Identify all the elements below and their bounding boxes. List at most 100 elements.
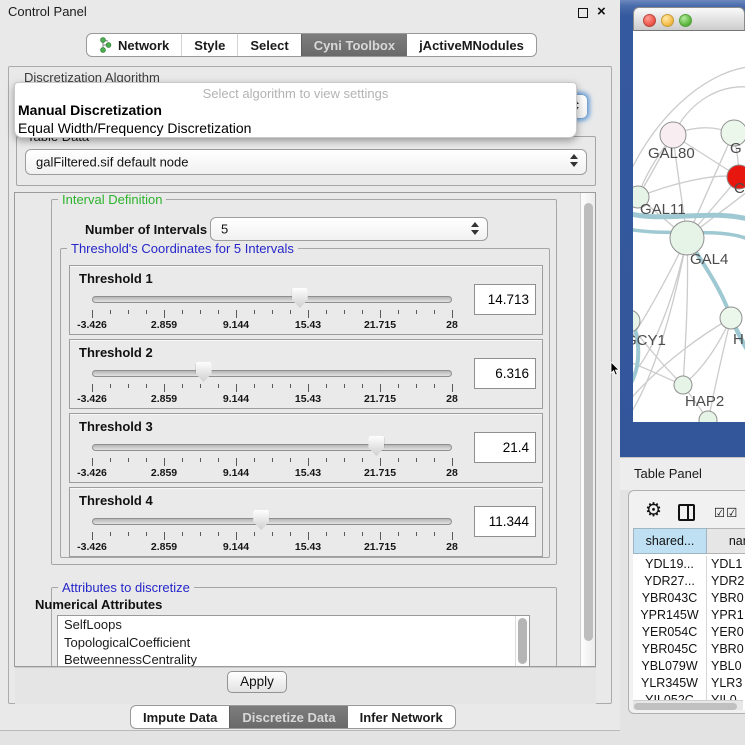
thresholds-group: Threshold's Coordinates for 5 Intervals … bbox=[60, 248, 550, 558]
network-node-label: G bbox=[730, 140, 742, 157]
cell-name[interactable]: YLR3 bbox=[711, 675, 745, 692]
network-edge[interactable] bbox=[633, 238, 687, 379]
control-panel-title: Control Panel bbox=[8, 4, 87, 19]
slider-tick-labels: -3.4262.8599.14415.4321.71528 bbox=[92, 319, 452, 332]
cell-name[interactable]: YBR0 bbox=[711, 641, 745, 658]
scrollbar-thumb[interactable] bbox=[634, 703, 737, 710]
table-row[interactable]: YDR27...YDR2 bbox=[633, 573, 745, 590]
threshold-value-field[interactable]: 6.316 bbox=[474, 358, 536, 389]
threshold-1-box: Threshold 1-3.4262.8599.14415.4321.71528… bbox=[69, 265, 543, 335]
cell-name[interactable]: YER0 bbox=[711, 624, 745, 641]
table-row[interactable]: YBR043CYBR0 bbox=[633, 590, 745, 607]
panel-scrollbar[interactable] bbox=[580, 193, 595, 666]
attribute-list-item[interactable]: SelfLoops bbox=[58, 616, 529, 634]
slider-track[interactable] bbox=[92, 296, 452, 303]
combo-stepper-icon[interactable] bbox=[570, 154, 579, 167]
cell-shared-name[interactable]: YPR145W bbox=[633, 607, 707, 624]
network-tree-icon bbox=[99, 37, 112, 53]
slider-track[interactable] bbox=[92, 518, 452, 525]
table-row[interactable]: YDL19...YDL1 bbox=[633, 556, 745, 573]
network-edge[interactable] bbox=[683, 318, 731, 385]
close-icon[interactable]: × bbox=[597, 3, 606, 21]
cell-shared-name[interactable]: YBR045C bbox=[633, 641, 707, 658]
tab-jactivemnodules[interactable]: jActiveMNodules bbox=[407, 34, 536, 56]
table-row[interactable]: YPR145WYPR1 bbox=[633, 607, 745, 624]
cell-name[interactable]: YDL1 bbox=[711, 556, 745, 573]
slider-track[interactable] bbox=[92, 370, 452, 377]
slider-thumb[interactable] bbox=[253, 510, 269, 530]
attribute-list-item[interactable]: BetweennessCentrality bbox=[58, 651, 529, 667]
attribute-list-item[interactable]: TopologicalCoefficient bbox=[58, 634, 529, 652]
select-columns-checkboxes-icon[interactable]: ☑☑ bbox=[714, 505, 738, 520]
column-layout-icon[interactable] bbox=[678, 504, 695, 521]
algorithm-option-manual[interactable]: Manual Discretization bbox=[15, 101, 576, 119]
cell-shared-name[interactable]: YBL079W bbox=[633, 658, 707, 675]
table-row[interactable]: YBR045CYBR0 bbox=[633, 641, 745, 658]
algorithm-option-equal-width[interactable]: Equal Width/Frequency Discretization bbox=[15, 119, 576, 137]
scrollbar-thumb[interactable] bbox=[584, 203, 593, 641]
threshold-value-field[interactable]: 11.344 bbox=[474, 506, 536, 537]
column-header-name[interactable]: name bbox=[707, 528, 745, 554]
network-edge[interactable] bbox=[683, 238, 688, 385]
number-of-intervals-value: 5 bbox=[221, 222, 228, 237]
screen: Control Panel × NetworkStyleSelectCyni T… bbox=[0, 0, 745, 745]
tab-network[interactable]: Network bbox=[87, 34, 181, 56]
network-node[interactable] bbox=[670, 221, 704, 255]
minimize-traffic-light-icon[interactable] bbox=[661, 14, 674, 27]
network-node-label: HAP2 bbox=[685, 393, 724, 410]
table-horizontal-scrollbar[interactable] bbox=[633, 700, 743, 710]
float-window-icon[interactable] bbox=[578, 8, 588, 18]
interval-definition-group: Interval Definition Number of Intervals … bbox=[51, 199, 557, 565]
zoom-traffic-light-icon[interactable] bbox=[679, 14, 692, 27]
slider-track[interactable] bbox=[92, 444, 452, 451]
number-of-intervals-combobox[interactable]: 5 bbox=[210, 217, 488, 241]
network-view-canvas[interactable]: GAL80GCGAL11GAL4GCY1HHAP2 bbox=[633, 31, 745, 422]
apply-button[interactable]: Apply bbox=[227, 671, 287, 693]
table-row[interactable]: YLR345WYLR3 bbox=[633, 675, 745, 692]
network-node-label: C bbox=[734, 180, 745, 197]
slider-thumb[interactable] bbox=[368, 436, 384, 456]
combo-stepper-icon[interactable] bbox=[471, 222, 480, 235]
column-header-shared-name[interactable]: shared... bbox=[633, 528, 707, 554]
slider-thumb[interactable] bbox=[196, 362, 212, 382]
slider-thumb[interactable] bbox=[292, 288, 308, 308]
network-node[interactable] bbox=[633, 310, 640, 332]
tab-select[interactable]: Select bbox=[237, 34, 300, 56]
threshold-4-box: Threshold 4-3.4262.8599.14415.4321.71528… bbox=[69, 487, 543, 557]
tab-cyni-toolbox[interactable]: Cyni Toolbox bbox=[301, 34, 407, 56]
network-node[interactable] bbox=[720, 307, 742, 329]
table-row[interactable]: YER054CYER0 bbox=[633, 624, 745, 641]
tab-style[interactable]: Style bbox=[181, 34, 237, 56]
cell-name[interactable]: YBR0 bbox=[711, 590, 745, 607]
table-data-combobox[interactable]: galFiltered.sif default node bbox=[25, 149, 587, 175]
cell-name[interactable]: YDR2 bbox=[711, 573, 745, 590]
close-traffic-light-icon[interactable] bbox=[643, 14, 656, 27]
cell-shared-name[interactable]: YLR345W bbox=[633, 675, 707, 692]
list-scrollbar[interactable] bbox=[515, 616, 529, 667]
cell-shared-name[interactable]: YDL19... bbox=[633, 556, 707, 573]
scrollbar-thumb[interactable] bbox=[518, 618, 527, 664]
cell-shared-name[interactable]: YER054C bbox=[633, 624, 707, 641]
cell-name[interactable]: YPR1 bbox=[711, 607, 745, 624]
network-graph[interactable]: GAL80GCGAL11GAL4GCY1HHAP2 bbox=[633, 31, 745, 422]
tab-impute-data[interactable]: Impute Data bbox=[131, 706, 229, 728]
threshold-value-field[interactable]: 21.4 bbox=[474, 432, 536, 463]
slider-ticks bbox=[92, 310, 452, 319]
threshold-value-field[interactable]: 14.713 bbox=[474, 284, 536, 315]
cell-shared-name[interactable]: YDR27... bbox=[633, 573, 707, 590]
tab-discretize-data[interactable]: Discretize Data bbox=[229, 706, 347, 728]
tab-label: jActiveMNodules bbox=[419, 38, 524, 53]
table-row[interactable]: YBL079WYBL0 bbox=[633, 658, 745, 675]
cell-shared-name[interactable]: YBR043C bbox=[633, 590, 707, 607]
slider-ticks bbox=[92, 532, 452, 541]
network-node[interactable] bbox=[674, 376, 692, 394]
numerical-attributes-list[interactable]: SelfLoopsTopologicalCoefficientBetweenne… bbox=[57, 615, 530, 667]
gear-icon[interactable]: ⚙ bbox=[645, 500, 662, 522]
network-node[interactable] bbox=[699, 411, 717, 422]
network-window-titlebar bbox=[633, 7, 745, 31]
algorithm-placeholder-option[interactable]: Select algorithm to view settings bbox=[15, 83, 576, 101]
numerical-attributes-label: Numerical Attributes bbox=[35, 597, 162, 612]
network-node-label: GAL80 bbox=[648, 145, 695, 162]
cell-name[interactable]: YBL0 bbox=[711, 658, 745, 675]
tab-infer-network[interactable]: Infer Network bbox=[348, 706, 455, 728]
